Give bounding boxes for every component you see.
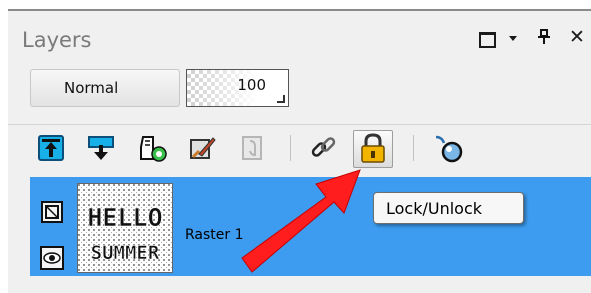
move-layer-up-button[interactable] <box>36 133 66 163</box>
move-layer-down-button[interactable] <box>86 133 116 163</box>
toolbar-separator <box>290 135 291 161</box>
blend-mode-select[interactable]: Normal <box>30 69 267 107</box>
opacity-field[interactable]: 100 <box>186 69 289 107</box>
layer-group-icon <box>41 201 63 223</box>
eye-icon <box>40 246 64 270</box>
move-layer-down-icon <box>88 136 114 160</box>
red-arrow-annotation <box>241 169 361 273</box>
visibility-toggle[interactable] <box>40 246 64 270</box>
opacity-value: 100 <box>237 76 266 94</box>
blend-mode-label: Normal <box>64 79 119 97</box>
highlight-layer-icon <box>435 135 463 163</box>
link-button[interactable] <box>309 133 339 163</box>
panel-title: Layers <box>22 28 92 52</box>
resize-grip-icon <box>277 95 285 103</box>
layer-thumbnail[interactable]: HELLO SUMMER <box>77 183 173 273</box>
link-icon <box>311 137 336 157</box>
new-mask-icon <box>242 136 262 160</box>
pin-icon[interactable] <box>537 29 551 50</box>
maximize-icon[interactable] <box>479 32 496 48</box>
move-layer-up-icon <box>38 135 64 161</box>
thumbnail-text-line-1: HELLO <box>87 203 162 232</box>
toolbar-separator <box>413 135 414 161</box>
new-raster-layer-icon <box>140 136 167 162</box>
dropdown-icon[interactable] <box>509 36 517 41</box>
window-frame-top <box>0 0 591 11</box>
edit-selection-icon <box>190 137 216 159</box>
tooltip-text: Lock/Unlock <box>386 199 483 218</box>
new-raster-layer-button[interactable] <box>136 133 167 163</box>
toolbar-divider <box>8 124 591 125</box>
highlight-layer-button[interactable] <box>432 133 463 163</box>
thumbnail-text-line-2: SUMMER <box>91 242 160 264</box>
close-icon[interactable]: ✕ <box>569 26 585 48</box>
layer-group-toggle[interactable] <box>40 200 64 224</box>
edit-selection-button[interactable] <box>187 133 217 163</box>
new-mask-button[interactable] <box>238 133 268 163</box>
tooltip: Lock/Unlock <box>373 192 524 224</box>
